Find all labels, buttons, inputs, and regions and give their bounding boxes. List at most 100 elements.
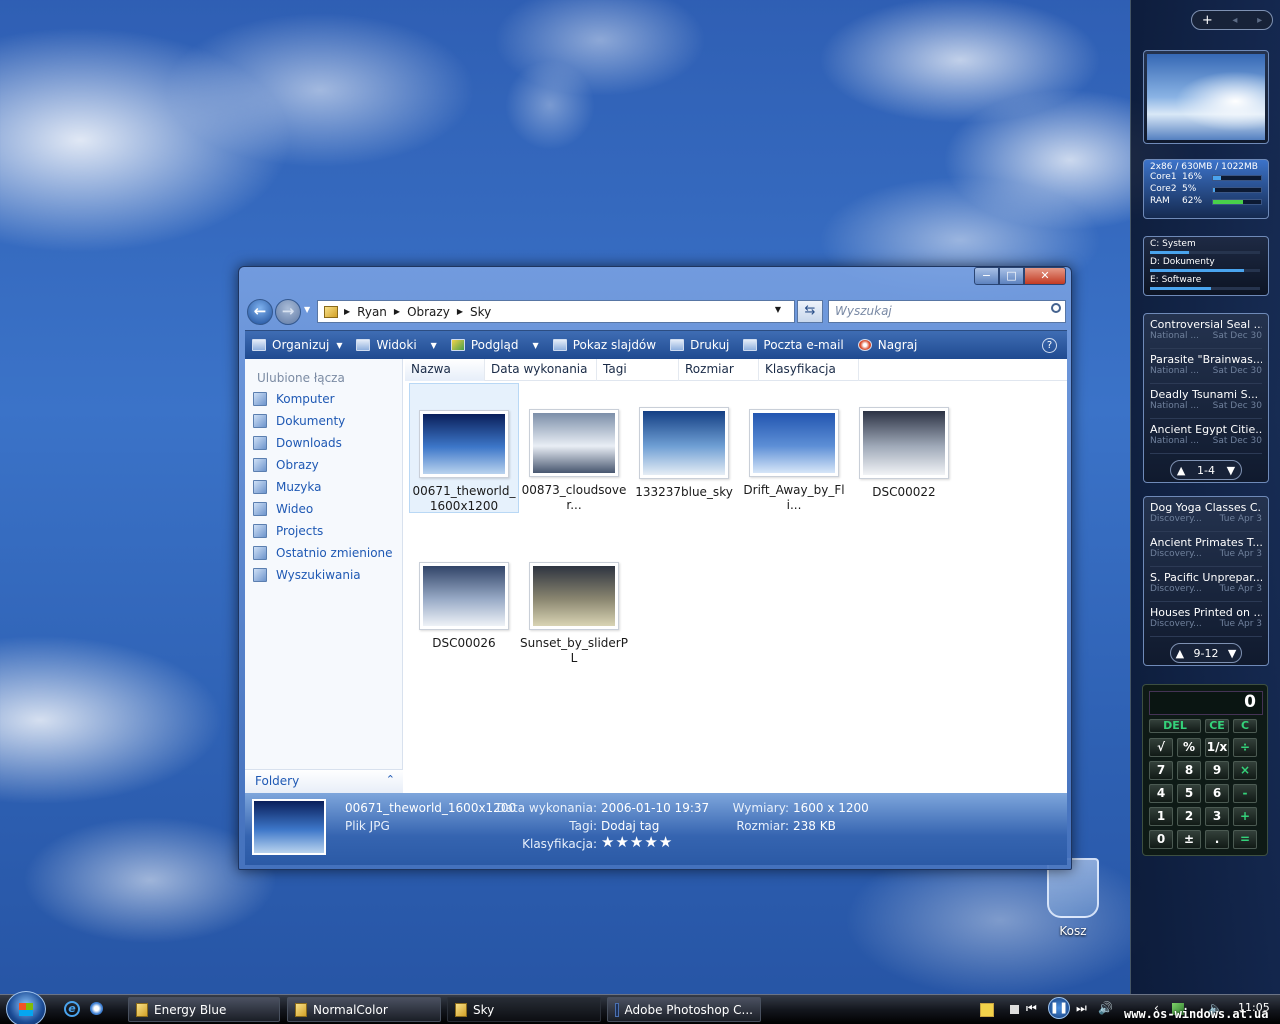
nav-item-ostatnio-zmienione[interactable]: Ostatnio zmienione bbox=[253, 543, 393, 563]
feed-item[interactable]: S. Pacific Unprepar... Discovery... Tue Ap… bbox=[1150, 567, 1262, 602]
views-menu[interactable]: Widoki ▼ bbox=[349, 331, 443, 359]
calculator-key[interactable]: × bbox=[1233, 761, 1257, 780]
chevron-down-icon[interactable]: ▼ bbox=[1228, 647, 1236, 660]
add-gadget-icon[interactable]: + bbox=[1202, 13, 1213, 28]
start-button[interactable] bbox=[6, 991, 46, 1024]
calculator-key[interactable]: 8 bbox=[1177, 761, 1201, 780]
file-item[interactable]: 00671_theworld_1600x1200 bbox=[409, 383, 519, 513]
calculator-key[interactable]: 6 bbox=[1205, 784, 1229, 803]
media-player-icon[interactable] bbox=[980, 1003, 994, 1017]
recent-pages-chevron-down-icon[interactable]: ▼ bbox=[304, 305, 310, 314]
taskbar-button-energy-blue[interactable]: Energy Blue bbox=[128, 997, 280, 1022]
star-icon[interactable]: ★ bbox=[601, 833, 615, 851]
feed-item[interactable]: Controversial Seal ... National ... Sat De… bbox=[1150, 314, 1262, 349]
file-item[interactable]: 133237blue_sky bbox=[629, 383, 739, 513]
calculator-key[interactable]: DEL bbox=[1149, 719, 1201, 733]
file-item[interactable]: Sunset_by_sliderPL bbox=[519, 536, 629, 666]
calculator-key[interactable]: = bbox=[1233, 830, 1257, 849]
calculator-key[interactable]: CE bbox=[1205, 719, 1229, 733]
calculator-key[interactable]: 1 bbox=[1149, 807, 1173, 826]
stop-button[interactable] bbox=[1010, 1005, 1019, 1014]
maximize-button[interactable]: □ bbox=[999, 267, 1024, 285]
calculator-key[interactable]: % bbox=[1177, 738, 1201, 757]
calculator-key[interactable]: 1/x bbox=[1205, 738, 1229, 757]
feed1-pager[interactable]: ▲ 1-4 ▼ bbox=[1170, 460, 1242, 480]
up-arrow-icon[interactable]: ▲ bbox=[1177, 464, 1185, 477]
slideshow-button[interactable]: Pokaz slajdów bbox=[546, 331, 663, 359]
breadcrumb-sky[interactable]: Sky bbox=[470, 305, 491, 319]
previous-track-icon[interactable]: ⏮ bbox=[1026, 1001, 1037, 1016]
feed-item[interactable]: Ancient Primates T... Discovery... Tue Apr… bbox=[1150, 532, 1262, 567]
calculator-key[interactable]: 2 bbox=[1177, 807, 1201, 826]
feed-item[interactable]: Ancient Egypt Citie... National ... Sat De… bbox=[1150, 419, 1262, 454]
address-dropdown-chevron-down-icon[interactable]: ▼ bbox=[775, 305, 781, 314]
next-page-icon[interactable]: ▸ bbox=[1257, 15, 1262, 26]
up-arrow-icon[interactable]: ▲ bbox=[1176, 647, 1184, 660]
taskbar-button-normalcolor[interactable]: NormalColor bbox=[287, 997, 441, 1022]
star-icon[interactable]: ★ bbox=[630, 833, 644, 851]
calculator-key[interactable]: . bbox=[1205, 830, 1229, 849]
feed-item[interactable]: Parasite "Brainwas... National ... Sat Dec… bbox=[1150, 349, 1262, 384]
calculator-key[interactable]: 0 bbox=[1149, 830, 1173, 849]
address-box[interactable]: ▶ Ryan ▶ Obrazy ▶ Sky ▼ bbox=[317, 300, 795, 323]
minimize-button[interactable]: − bbox=[974, 267, 999, 285]
column-header[interactable]: Nazwa bbox=[405, 359, 485, 381]
previous-page-icon[interactable]: ◂ bbox=[1232, 15, 1237, 26]
switch-windows-icon[interactable] bbox=[90, 1002, 103, 1015]
breadcrumb-obrazy[interactable]: Obrazy bbox=[407, 305, 450, 319]
calculator-key[interactable]: - bbox=[1233, 784, 1257, 803]
column-header[interactable]: Klasyfikacja bbox=[759, 359, 859, 381]
email-button[interactable]: Poczta e-mail bbox=[736, 331, 850, 359]
recycle-bin[interactable]: Kosz bbox=[1036, 858, 1110, 944]
folders-toggle[interactable]: Foldery ⌃ bbox=[245, 769, 403, 793]
star-icon[interactable]: ★ bbox=[659, 833, 673, 851]
calculator-key[interactable]: 3 bbox=[1205, 807, 1229, 826]
explorer-window[interactable]: − □ ✕ ← → ▼ ▶ Ryan ▶ Obrazy ▶ Sky ▼ ⇆ Wy… bbox=[238, 266, 1072, 870]
calculator-key[interactable]: ± bbox=[1177, 830, 1201, 849]
calculator-key[interactable]: C bbox=[1233, 719, 1257, 733]
preview-menu[interactable]: Podgląd ▼ bbox=[444, 331, 546, 359]
calculator-key[interactable]: 9 bbox=[1205, 761, 1229, 780]
nav-item-wyszukiwania[interactable]: Wyszukiwania bbox=[253, 565, 361, 585]
nav-item-wideo[interactable]: Wideo bbox=[253, 499, 313, 519]
rating-stars[interactable]: ★★★★★ bbox=[601, 833, 673, 851]
chevron-down-icon[interactable]: ▼ bbox=[1227, 464, 1235, 477]
file-item[interactable]: DSC00026 bbox=[409, 536, 519, 666]
slideshow-gadget[interactable] bbox=[1143, 50, 1269, 144]
column-header[interactable]: Tagi bbox=[597, 359, 679, 381]
forward-button[interactable]: → bbox=[275, 299, 301, 325]
feed2-pager[interactable]: ▲ 9-12 ▼ bbox=[1170, 643, 1242, 663]
pause-button[interactable]: ❚❚ bbox=[1048, 997, 1070, 1019]
organize-menu[interactable]: Organizuj ▼ bbox=[245, 331, 349, 359]
taskbar-button-photoshop[interactable]: Adobe Photoshop C... bbox=[607, 997, 761, 1022]
file-item[interactable]: Drift_Away_by_Fli... bbox=[739, 383, 849, 513]
back-button[interactable]: ← bbox=[247, 299, 273, 325]
column-header[interactable]: Data wykonania bbox=[485, 359, 597, 381]
refresh-button[interactable]: ⇆ bbox=[797, 300, 823, 323]
breadcrumb-ryan[interactable]: Ryan bbox=[357, 305, 387, 319]
search-input[interactable]: Wyszukaj bbox=[828, 300, 1066, 323]
column-header[interactable]: Rozmiar bbox=[679, 359, 759, 381]
detail-tags[interactable]: Dodaj tag bbox=[601, 819, 659, 833]
star-icon[interactable]: ★ bbox=[644, 833, 658, 851]
nav-item-komputer[interactable]: Komputer bbox=[253, 389, 335, 409]
file-item[interactable]: DSC00022 bbox=[849, 383, 959, 513]
nav-item-downloads[interactable]: Downloads bbox=[253, 433, 342, 453]
feed-item[interactable]: Deadly Tsunami S... National ... Sat Dec 3… bbox=[1150, 384, 1262, 419]
burn-button[interactable]: Nagraj bbox=[851, 331, 925, 359]
nav-item-muzyka[interactable]: Muzyka bbox=[253, 477, 321, 497]
file-item[interactable]: 00873_cloudsover... bbox=[519, 383, 629, 513]
calculator-key[interactable]: 7 bbox=[1149, 761, 1173, 780]
calculator-key[interactable]: 4 bbox=[1149, 784, 1173, 803]
volume-icon[interactable]: 🔊 bbox=[1098, 1001, 1113, 1015]
help-button[interactable]: ? bbox=[1042, 338, 1057, 353]
close-button[interactable]: ✕ bbox=[1024, 267, 1066, 285]
nav-item-projects[interactable]: Projects bbox=[253, 521, 323, 541]
print-button[interactable]: Drukuj bbox=[663, 331, 736, 359]
feed-item[interactable]: Houses Printed on ... Discovery... Tue Apr… bbox=[1150, 602, 1262, 637]
calculator-key[interactable]: 5 bbox=[1177, 784, 1201, 803]
next-track-icon[interactable]: ⏭ bbox=[1076, 1001, 1087, 1016]
calculator-key[interactable]: ÷ bbox=[1233, 738, 1257, 757]
nav-item-obrazy[interactable]: Obrazy bbox=[253, 455, 319, 475]
calculator-key[interactable]: + bbox=[1233, 807, 1257, 826]
